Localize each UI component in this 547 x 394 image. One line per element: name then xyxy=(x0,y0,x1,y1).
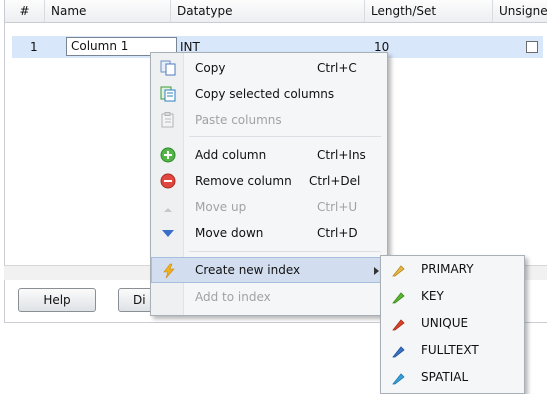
menu-item-paste-columns[interactable]: Paste columns xyxy=(151,107,387,133)
key-icon xyxy=(392,344,406,358)
unsigned-checkbox[interactable] xyxy=(526,41,538,53)
paste-icon xyxy=(160,112,176,128)
col-header-name[interactable]: Name xyxy=(45,0,171,22)
menu-item-label: Paste columns xyxy=(195,113,282,127)
menu-item-shortcut: Ctrl+Del xyxy=(309,174,361,188)
menu-item-shortcut: Ctrl+C xyxy=(317,61,357,75)
col-header-num[interactable]: # xyxy=(5,0,45,22)
arrow-down-icon xyxy=(160,225,176,241)
menu-item-copy-selected-columns[interactable]: Copy selected columns xyxy=(151,81,387,107)
submenu-item-label: PRIMARY xyxy=(421,262,474,276)
arrow-up-icon xyxy=(160,199,176,215)
add-icon xyxy=(160,147,176,163)
menu-item-label: Create new index xyxy=(195,263,301,277)
context-menu: Copy Ctrl+C Copy selected columns Paste … xyxy=(150,52,388,316)
menu-item-label: Add column xyxy=(195,148,267,162)
menu-item-label: Add to index xyxy=(195,290,271,304)
col-header-datatype[interactable]: Datatype xyxy=(171,0,365,22)
copy-icon xyxy=(160,60,176,76)
submenu-item-primary[interactable]: PRIMARY xyxy=(381,256,524,283)
menu-separator xyxy=(189,136,381,137)
menu-item-add-column[interactable]: Add column Ctrl+Ins xyxy=(151,142,387,168)
key-icon xyxy=(392,317,406,331)
menu-item-label: Move down xyxy=(195,226,264,240)
menu-item-copy[interactable]: Copy Ctrl+C xyxy=(151,55,387,81)
submenu-item-label: KEY xyxy=(421,289,444,303)
row-number: 1 xyxy=(30,40,38,54)
menu-separator xyxy=(189,251,381,252)
col-header-unsigned[interactable]: Unsigned xyxy=(493,0,547,22)
menu-item-create-new-index[interactable]: Create new index xyxy=(151,257,387,283)
menu-item-label: Remove column xyxy=(195,174,292,188)
help-button[interactable]: Help xyxy=(18,288,96,312)
menu-item-add-to-index[interactable]: Add to index xyxy=(151,284,387,310)
menu-item-label: Copy xyxy=(195,61,226,75)
submenu-arrow-icon xyxy=(374,267,379,275)
index-submenu: PRIMARY KEY UNIQUE FULLTEXT SPATIAL xyxy=(380,255,525,394)
col-header-length[interactable]: Length/Set xyxy=(365,0,493,22)
menu-item-remove-column[interactable]: Remove column Ctrl+Del xyxy=(151,168,387,194)
menu-item-shortcut: Ctrl+U xyxy=(317,200,358,214)
submenu-item-fulltext[interactable]: FULLTEXT xyxy=(381,337,524,364)
submenu-item-unique[interactable]: UNIQUE xyxy=(381,310,524,337)
submenu-item-label: FULLTEXT xyxy=(421,343,479,357)
menu-item-label: Copy selected columns xyxy=(195,87,335,101)
menu-item-label: Move up xyxy=(195,200,247,214)
key-icon xyxy=(392,263,406,277)
key-icon xyxy=(392,371,406,385)
menu-item-shortcut: Ctrl+D xyxy=(317,226,358,240)
key-icon xyxy=(392,290,406,304)
lightning-icon xyxy=(161,263,177,279)
menu-item-move-up[interactable]: Move up Ctrl+U xyxy=(151,194,387,220)
copy-columns-icon xyxy=(160,86,176,102)
submenu-item-label: UNIQUE xyxy=(421,316,469,330)
menu-item-shortcut: Ctrl+Ins xyxy=(317,148,366,162)
submenu-item-key[interactable]: KEY xyxy=(381,283,524,310)
submenu-item-label: SPATIAL xyxy=(421,370,469,384)
remove-icon xyxy=(160,173,176,189)
submenu-item-spatial[interactable]: SPATIAL xyxy=(381,364,524,391)
menu-item-move-down[interactable]: Move down Ctrl+D xyxy=(151,220,387,246)
table-header: # Name Datatype Length/Set Unsigned xyxy=(5,0,547,23)
